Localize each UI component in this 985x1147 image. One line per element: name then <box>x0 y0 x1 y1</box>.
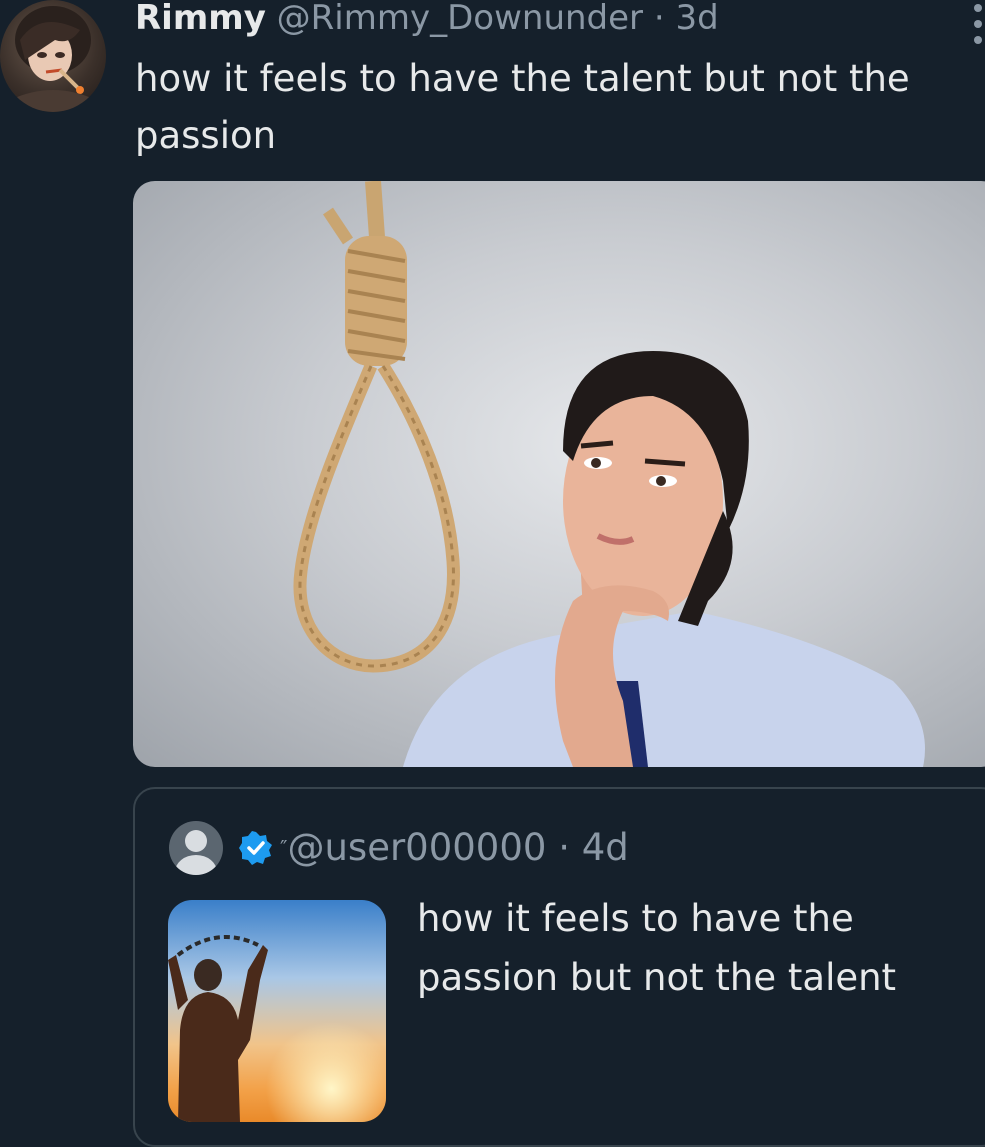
tweet-timestamp[interactable]: 3d <box>675 0 718 38</box>
verified-badge-icon <box>239 831 272 865</box>
user-handle[interactable]: @Rimmy_Downunder <box>277 0 643 38</box>
tweet-text: how it feels to have the talent but not … <box>135 57 910 157</box>
quoted-tweet[interactable]: ″@user000000 · 4d how it feels to have t… <box>133 787 985 1147</box>
quoted-tweet-thumbnail[interactable] <box>168 900 386 1122</box>
noose-illustration <box>293 181 460 673</box>
separator-dot: · <box>558 826 570 869</box>
quoted-tweet-timestamp[interactable]: 4d <box>582 826 629 869</box>
default-avatar-icon[interactable] <box>169 821 223 875</box>
quoted-user-handle[interactable]: @user000000 <box>287 826 546 869</box>
quoted-tweet-header: ″@user000000 · 4d <box>280 825 629 871</box>
tweet-header: Rimmy @Rimmy_Downunder · 3d <box>135 0 719 40</box>
anime-avatar-icon[interactable] <box>0 0 106 112</box>
tweet-media-image[interactable] <box>133 181 985 767</box>
thinking-man-illustration <box>403 351 925 767</box>
more-options-icon[interactable] <box>973 4 983 44</box>
display-name[interactable]: Rimmy <box>135 0 266 38</box>
separator-dot: · <box>653 0 665 38</box>
quoted-tweet-text: how it feels to have the passion but not… <box>417 897 897 999</box>
